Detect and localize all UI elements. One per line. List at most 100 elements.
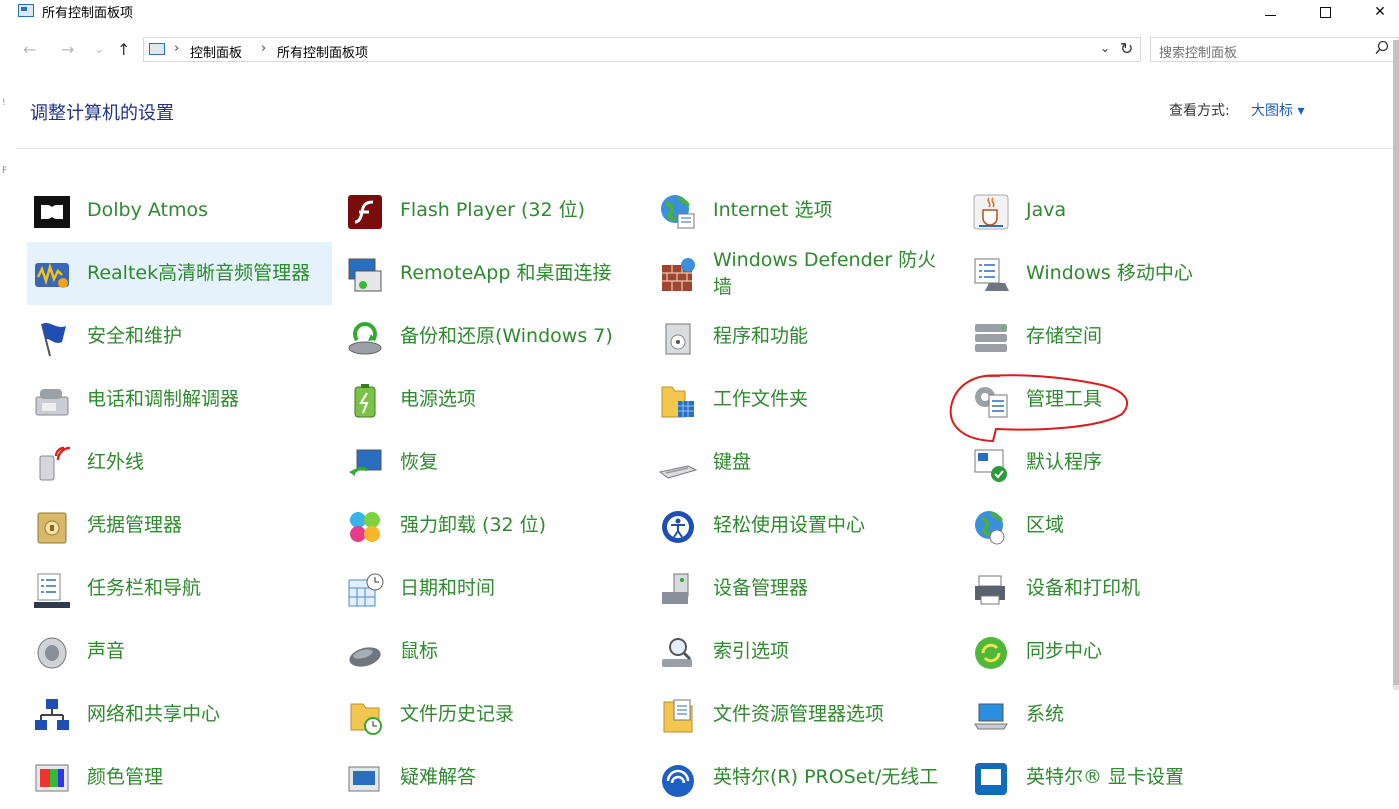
page-title: 调整计算机的设置 <box>30 103 174 124</box>
left-edge-artifact: ! F <box>2 98 8 176</box>
control-panel-item[interactable]: 系统 <box>966 683 1271 746</box>
chevron-right-icon[interactable]: › <box>261 41 266 56</box>
control-panel-item[interactable]: 日期和时间 <box>340 557 645 620</box>
default-programs-icon <box>974 449 1007 482</box>
control-panel-item-label: Internet 选项 <box>713 199 833 221</box>
control-panel-item[interactable]: 疑难解答 <box>340 746 645 809</box>
control-panel-item[interactable]: 电话和调制解调器 <box>27 368 332 431</box>
admin-tools-icon <box>975 387 1008 418</box>
control-panel-item-label: 恢复 <box>400 451 439 473</box>
control-panel-item-label: 英特尔(R) PROSet/无线工 <box>713 766 939 788</box>
control-panel-item[interactable]: 存储空间 <box>966 305 1271 368</box>
control-panel-item[interactable]: 凭据管理器 <box>27 494 332 557</box>
control-panel-item[interactable]: 英特尔® 显卡设置 <box>966 746 1271 809</box>
scrollbar[interactable] <box>1393 40 1399 690</box>
close-button[interactable]: ✕ <box>1357 0 1399 24</box>
close-icon: ✕ <box>1374 4 1386 20</box>
maximize-button[interactable] <box>1302 0 1348 24</box>
control-panel-item-label: 设备管理器 <box>713 577 809 599</box>
control-panel-item[interactable]: 索引选项 <box>653 620 958 683</box>
control-panel-item[interactable]: Java <box>966 179 1271 242</box>
control-panel-item-label: 安全和维护 <box>87 325 183 347</box>
chevron-right-icon[interactable]: › <box>174 41 179 56</box>
control-panel-item[interactable]: 默认程序 <box>966 431 1271 494</box>
control-panel-item[interactable]: Realtek高清晰音频管理器 <box>27 242 332 305</box>
control-panel-item[interactable]: 键盘 <box>653 431 958 494</box>
control-panel-item[interactable]: 文件资源管理器选项 <box>653 683 958 746</box>
up-button[interactable]: ↑ <box>117 40 130 59</box>
control-panel-item[interactable]: 任务栏和导航 <box>27 557 332 620</box>
control-panel-item-label: 疑难解答 <box>400 766 477 788</box>
back-button[interactable]: ← <box>23 40 36 59</box>
mouse-icon <box>349 647 381 667</box>
power-battery-icon <box>354 384 376 418</box>
control-panel-item[interactable]: 程序和功能 <box>653 305 958 368</box>
printer-icon <box>975 575 1005 605</box>
search-icon[interactable] <box>1375 40 1389 56</box>
address-bar[interactable]: › 控制面板 › 所有控制面板项 ⌄ ↻ <box>143 37 1141 62</box>
control-panel-item[interactable]: 设备管理器 <box>653 557 958 620</box>
control-panel-item-label: 颜色管理 <box>87 766 164 788</box>
control-panel-item-label: 程序和功能 <box>713 325 809 347</box>
control-panel-item[interactable]: Internet 选项 <box>653 179 958 242</box>
file-history-icon <box>350 703 382 735</box>
control-panel-item[interactable]: Flash Player (32 位) <box>340 179 645 242</box>
keyboard-icon <box>658 465 698 479</box>
control-panel-item[interactable]: 同步中心 <box>966 620 1271 683</box>
chevron-down-icon[interactable]: ⌄ <box>1100 41 1110 55</box>
control-panel-item-label: 存储空间 <box>1026 325 1103 347</box>
control-panel-item[interactable]: 文件历史记录 <box>340 683 645 746</box>
control-panel-item-label: 文件历史记录 <box>400 703 515 725</box>
java-cup-icon <box>973 194 1009 230</box>
breadcrumb-control-panel[interactable]: 控制面板 <box>190 42 242 61</box>
control-panel-item-label: 默认程序 <box>1026 451 1103 473</box>
control-panel-item[interactable]: 鼠标 <box>340 620 645 683</box>
maximize-icon <box>1319 6 1331 18</box>
control-panel-item[interactable]: Dolby Atmos <box>27 179 332 242</box>
view-by-dropdown[interactable]: 大图标 ▾ <box>1251 100 1304 120</box>
scrollbar-thumb[interactable] <box>1393 40 1399 685</box>
control-panel-item[interactable]: 恢复 <box>340 431 645 494</box>
control-panel-item[interactable]: 颜色管理 <box>27 746 332 809</box>
control-panel-item[interactable]: 网络和共享中心 <box>27 683 332 746</box>
breadcrumb-all-items[interactable]: 所有控制面板项 <box>277 42 368 61</box>
control-panel-item-label: Dolby Atmos <box>87 199 209 221</box>
control-panel-item[interactable]: 设备和打印机 <box>966 557 1271 620</box>
control-panel-item-label: 管理工具 <box>1026 388 1103 410</box>
search-input[interactable]: 搜索控制面板 <box>1159 42 1237 61</box>
control-panel-item-label: 系统 <box>1026 703 1065 725</box>
internet-globe-icon <box>661 195 695 229</box>
control-panel-item[interactable]: 工作文件夹 <box>653 368 958 431</box>
control-panel-item[interactable]: 红外线 <box>27 431 332 494</box>
control-panel-item-label: 凭据管理器 <box>87 514 183 536</box>
control-panel-item[interactable]: 声音 <box>27 620 332 683</box>
control-panel-item[interactable]: 安全和维护 <box>27 305 332 368</box>
control-panel-item[interactable]: 强力卸载 (32 位) <box>340 494 645 557</box>
control-panel-item-label: 强力卸载 (32 位) <box>400 514 547 536</box>
search-box[interactable]: 搜索控制面板 <box>1150 37 1399 62</box>
recent-locations-button[interactable]: ⌄ <box>94 42 104 56</box>
control-panel-item[interactable]: 英特尔(R) PROSet/无线工 <box>653 746 958 809</box>
control-panel-item-label: 日期和时间 <box>400 577 496 599</box>
control-panel-item-label: Windows Defender 防火墙 <box>713 248 937 298</box>
control-panel-item-label: 备份和还原(Windows 7) <box>400 325 613 347</box>
control-panel-item[interactable]: 电源选项 <box>340 368 645 431</box>
control-panel-item[interactable]: RemoteApp 和桌面连接 <box>340 242 645 305</box>
control-panel-item[interactable]: Windows 移动中心 <box>966 242 1271 305</box>
control-panel-item-label: 轻松使用设置中心 <box>713 514 866 536</box>
control-panel-item-label: 英特尔® 显卡设置 <box>1026 766 1185 788</box>
control-panel-item[interactable]: 管理工具 <box>966 368 1271 431</box>
title-bar: 所有控制面板项 ✕ <box>0 0 1399 24</box>
credential-safe-icon <box>37 512 67 544</box>
control-panel-item-label: 设备和打印机 <box>1026 577 1141 599</box>
control-panel-item-label: 索引选项 <box>713 640 790 662</box>
control-panel-item[interactable]: Windows Defender 防火墙 <box>653 242 958 305</box>
control-panel-item[interactable]: 轻松使用设置中心 <box>653 494 958 557</box>
device-manager-icon <box>662 573 689 604</box>
control-panel-item-label: 红外线 <box>87 451 145 473</box>
refresh-icon[interactable]: ↻ <box>1120 39 1133 58</box>
control-panel-item[interactable]: 区域 <box>966 494 1271 557</box>
control-panel-item[interactable]: 备份和还原(Windows 7) <box>340 305 645 368</box>
minimize-button[interactable] <box>1247 0 1293 24</box>
forward-button[interactable]: → <box>61 40 74 59</box>
